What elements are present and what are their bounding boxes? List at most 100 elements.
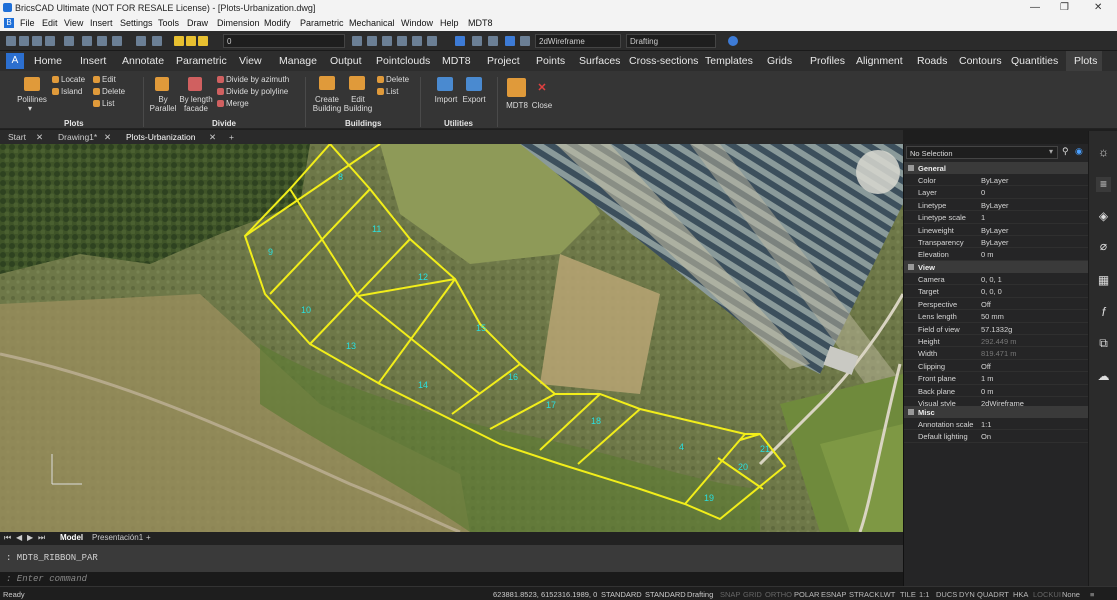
save-as-icon[interactable] (45, 36, 55, 46)
next-layout-icon[interactable]: ▶ (27, 533, 33, 542)
close-window-button[interactable]: ✕ (1094, 2, 1102, 13)
tab-templates[interactable]: Templates (705, 55, 753, 67)
tab-surfaces[interactable]: Surfaces (579, 55, 620, 67)
toggle-lwt[interactable]: LWT (880, 590, 895, 599)
visual-style-select[interactable]: 2dWireframe (535, 34, 621, 48)
toggle-grid[interactable]: GRID (743, 590, 762, 599)
section-general[interactable]: General (904, 162, 1089, 174)
cloud-icon[interactable]: ☁ (1096, 369, 1111, 384)
new-tab-icon[interactable]: + (229, 132, 234, 142)
menu-edit[interactable]: Edit (42, 18, 58, 28)
toggle-pickadd-icon[interactable]: ◉ (1075, 146, 1083, 157)
toggle-hka[interactable]: HKA (1013, 590, 1028, 599)
minimize-button[interactable]: — (1030, 2, 1040, 13)
layer-isolate-icon[interactable] (397, 36, 407, 46)
menu-modify[interactable]: Modify (264, 18, 291, 28)
doctab-drawing1[interactable]: Drawing1* (58, 132, 97, 142)
open-file-icon[interactable] (19, 36, 29, 46)
property-value[interactable]: 1 m (981, 374, 994, 383)
tab-grids[interactable]: Grids (767, 55, 792, 67)
toggle-lockui[interactable]: LOCKUI (1033, 590, 1061, 599)
property-row[interactable]: Annotation scale 1:1 (904, 418, 1089, 431)
structure-icon[interactable]: ⧉ (1096, 336, 1111, 351)
menu-mdt8[interactable]: MDT8 (468, 18, 493, 28)
redo-icon[interactable] (152, 36, 162, 46)
bulb-icon[interactable]: ☼ (1096, 145, 1111, 160)
property-value[interactable]: ByLayer (981, 201, 1009, 210)
menu-view[interactable]: View (64, 18, 83, 28)
menu-mechanical[interactable]: Mechanical (349, 18, 395, 28)
property-row[interactable]: Linetype scale 1 (904, 211, 1089, 224)
toggle-tile[interactable]: TILE (900, 590, 916, 599)
property-value[interactable]: 0 (981, 188, 985, 197)
tab-plots[interactable]: Plots (1066, 51, 1102, 71)
property-row[interactable]: Transparency ByLayer (904, 236, 1089, 249)
render-icon[interactable] (520, 36, 530, 46)
property-value[interactable]: ByLayer (981, 226, 1009, 235)
tab-points[interactable]: Points (536, 55, 565, 67)
tab-parametric[interactable]: Parametric (176, 55, 227, 67)
toggle-strack[interactable]: STRACK (849, 590, 879, 599)
edit-building-button[interactable]: Edit Building (340, 95, 376, 113)
menu-window[interactable]: Window (401, 18, 433, 28)
tab-quantities[interactable]: Quantities (1011, 55, 1058, 67)
merge-button[interactable]: Merge (226, 99, 249, 108)
menu-parametric[interactable]: Parametric (300, 18, 344, 28)
mdt8-button[interactable]: MDT8 (503, 101, 531, 110)
property-value[interactable]: ByLayer (981, 238, 1009, 247)
tab-home[interactable]: Home (34, 55, 62, 67)
tab-manage[interactable]: Manage (279, 55, 317, 67)
app-button[interactable]: A (6, 53, 24, 69)
layout-tab-presentacion1[interactable]: Presentación1 (92, 533, 143, 542)
property-row[interactable]: Height 292.449 m (904, 335, 1089, 348)
edit-plot-button[interactable]: Edit (102, 75, 116, 84)
property-row[interactable]: Lens length 50 mm (904, 310, 1089, 323)
property-value[interactable]: 1:1 (981, 420, 991, 429)
delete-building-button[interactable]: Delete (386, 75, 409, 84)
status-text-style[interactable]: STANDARD (601, 590, 642, 599)
locate-button[interactable]: Locate (61, 75, 85, 84)
property-row[interactable]: Default lighting On (904, 430, 1089, 443)
viewport-icon[interactable] (505, 36, 515, 46)
menu-settings[interactable]: Settings (120, 18, 153, 28)
property-row[interactable]: Elevation 0 m (904, 248, 1089, 261)
layout-tab-model[interactable]: Model (60, 533, 83, 542)
save-icon[interactable] (32, 36, 42, 46)
paste-icon[interactable] (112, 36, 122, 46)
tab-contours[interactable]: Contours (959, 55, 1002, 67)
quick-select-icon[interactable]: ⚲ (1062, 146, 1069, 157)
property-value[interactable]: ByLayer (981, 176, 1009, 185)
layer-match-icon[interactable] (382, 36, 392, 46)
by-parallel-button[interactable]: By Parallel (148, 95, 178, 113)
property-row[interactable]: Target 0, 0, 0 (904, 285, 1089, 298)
divide-azimuth-button[interactable]: Divide by azimuth (226, 75, 289, 84)
section-misc[interactable]: Misc (904, 406, 1089, 418)
property-row[interactable]: Linetype ByLayer (904, 199, 1089, 212)
property-row[interactable]: Layer 0 (904, 186, 1089, 199)
menu-file[interactable]: File (20, 18, 35, 28)
polylines-button[interactable]: Polilines (12, 95, 52, 104)
layer-walk-icon[interactable] (427, 36, 437, 46)
toggle-rt[interactable]: RT (999, 590, 1009, 599)
property-value[interactable]: 1 (981, 213, 985, 222)
close-plots-button[interactable]: Close (530, 101, 554, 110)
island-button[interactable]: Island (61, 87, 82, 96)
property-value[interactable]: 292.449 m (981, 337, 1016, 346)
property-value[interactable]: 50 mm (981, 312, 1004, 321)
toggle-scale[interactable]: 1:1 (919, 590, 929, 599)
property-value[interactable]: Off (981, 300, 991, 309)
properties-icon[interactable]: ≡ (1096, 177, 1111, 192)
toggle-polar[interactable]: POLAR (794, 590, 819, 599)
menu-insert[interactable]: Insert (90, 18, 113, 28)
layer-off-icon[interactable] (412, 36, 422, 46)
menu-draw[interactable]: Draw (187, 18, 208, 28)
layout-icon[interactable] (455, 36, 465, 46)
layers-icon[interactable]: ◈ (1096, 209, 1111, 224)
property-value[interactable]: 0, 0, 1 (981, 275, 1002, 284)
tab-roads[interactable]: Roads (917, 55, 947, 67)
property-row[interactable]: Width 819.471 m (904, 347, 1089, 360)
menu-help[interactable]: Help (440, 18, 459, 28)
tab-mdt8[interactable]: MDT8 (442, 55, 471, 67)
tab-insert[interactable]: Insert (80, 55, 106, 67)
last-layout-icon[interactable]: ⏭ (38, 533, 45, 543)
